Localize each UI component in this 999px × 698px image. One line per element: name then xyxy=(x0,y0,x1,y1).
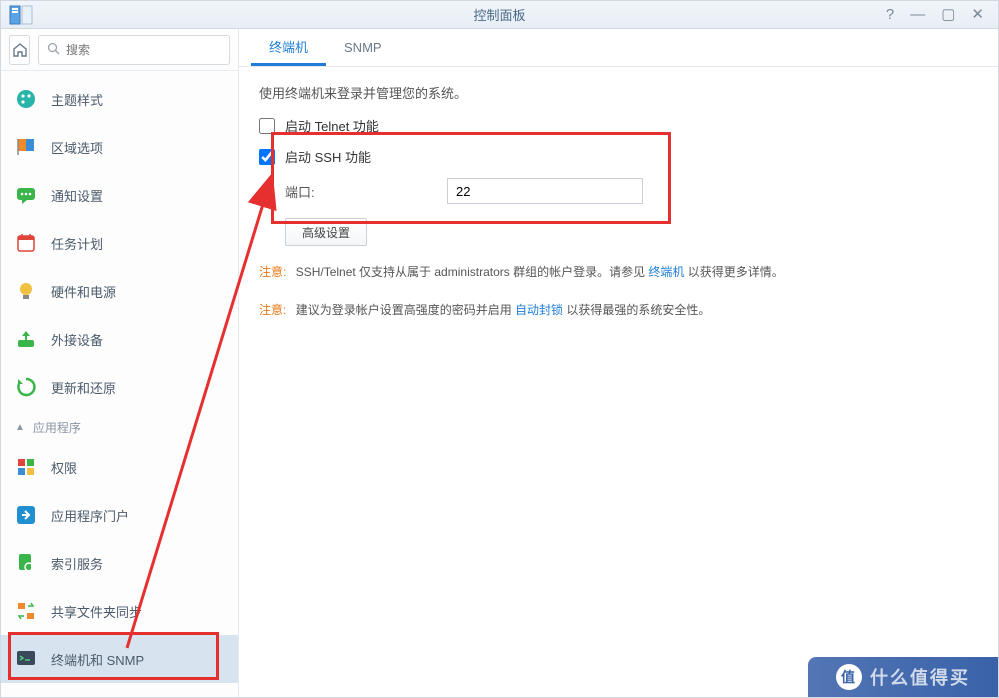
tabs: 终端机 SNMP xyxy=(239,29,998,67)
home-icon xyxy=(12,42,28,58)
window: 控制面板 ? — ▢ ✕ xyxy=(0,0,999,698)
app-icon xyxy=(7,4,35,26)
ssh-checkbox[interactable] xyxy=(259,149,275,165)
sidebar: 主题样式 区域选项 通知设置 任务计划 硬件和电源 xyxy=(1,29,239,697)
sidebar-item-theme[interactable]: 主题样式 xyxy=(1,75,238,123)
sidebar-item-label: 任务计划 xyxy=(51,234,103,253)
ssh-settings: 端口: 高级设置 xyxy=(259,178,978,246)
search-row xyxy=(1,29,238,71)
sidebar-item-label: 主题样式 xyxy=(51,90,103,109)
sidebar-item-label: 更新和还原 xyxy=(51,378,116,397)
telnet-label: 启动 Telnet 功能 xyxy=(285,116,379,135)
note-2: 注意: 建议为登录帐户设置高强度的密码并启用 自动封锁 以获得最强的系统安全性。 xyxy=(259,300,978,322)
sidebar-item-label: 应用程序门户 xyxy=(51,506,129,525)
search-input[interactable] xyxy=(66,43,221,57)
window-title: 控制面板 xyxy=(473,5,525,24)
arrow-icon xyxy=(15,504,37,526)
sidebar-item-task[interactable]: 任务计划 xyxy=(1,219,238,267)
sidebar-item-external[interactable]: 外接设备 xyxy=(1,315,238,363)
sidebar-item-terminal[interactable]: 终端机和 SNMP xyxy=(1,635,238,683)
sidebar-item-label: 区域选项 xyxy=(51,138,103,157)
sidebar-item-label: 通知设置 xyxy=(51,186,103,205)
flag-icon xyxy=(15,136,37,158)
sidebar-item-label: 索引服务 xyxy=(51,554,103,573)
autoblock-link[interactable]: 自动封锁 xyxy=(515,303,563,317)
note-1: 注意: SSH/Telnet 仅支持从属于 administrators 群组的… xyxy=(259,262,978,284)
close-icon[interactable]: ✕ xyxy=(971,7,984,22)
titlebar: 控制面板 ? — ▢ ✕ xyxy=(1,1,998,29)
calendar-icon xyxy=(15,232,37,254)
search-doc-icon xyxy=(15,552,37,574)
advanced-button[interactable]: 高级设置 xyxy=(285,218,367,246)
sidebar-item-hardware[interactable]: 硬件和电源 xyxy=(1,267,238,315)
upload-icon xyxy=(15,328,37,350)
sidebar-item-label: 终端机和 SNMP xyxy=(51,650,144,669)
window-controls: ? — ▢ ✕ xyxy=(886,7,984,22)
terminal-icon xyxy=(15,648,37,670)
telnet-row: 启动 Telnet 功能 xyxy=(259,116,978,135)
sync-icon xyxy=(15,600,37,622)
search-box[interactable] xyxy=(38,35,230,65)
sidebar-section-apps[interactable]: ▲ 应用程序 xyxy=(1,411,238,443)
sidebar-item-sync[interactable]: 共享文件夹同步 xyxy=(1,587,238,635)
port-input[interactable] xyxy=(447,178,643,204)
sidebar-item-label: 权限 xyxy=(51,458,77,477)
palette-icon xyxy=(15,88,37,110)
sidebar-item-label: 外接设备 xyxy=(51,330,103,349)
watermark-icon: 值 xyxy=(836,664,862,690)
refresh-icon xyxy=(15,376,37,398)
bulb-icon xyxy=(15,280,37,302)
tab-terminal[interactable]: 终端机 xyxy=(251,29,326,66)
window-body: 主题样式 区域选项 通知设置 任务计划 硬件和电源 xyxy=(1,29,998,697)
chat-icon xyxy=(15,184,37,206)
sidebar-item-region[interactable]: 区域选项 xyxy=(1,123,238,171)
home-button[interactable] xyxy=(9,35,30,65)
sidebar-item-indexing[interactable]: 索引服务 xyxy=(1,539,238,587)
sidebar-item-update[interactable]: 更新和还原 xyxy=(1,363,238,411)
port-label: 端口: xyxy=(285,182,447,201)
note-label: 注意: xyxy=(259,303,286,317)
sidebar-item-privileges[interactable]: 权限 xyxy=(1,443,238,491)
sidebar-item-label: 共享文件夹同步 xyxy=(51,602,142,621)
telnet-checkbox[interactable] xyxy=(259,118,275,134)
watermark: 值 什么值得买 xyxy=(808,657,998,697)
minimize-icon[interactable]: — xyxy=(910,7,925,22)
sidebar-item-label: 硬件和电源 xyxy=(51,282,116,301)
sidebar-item-portal[interactable]: 应用程序门户 xyxy=(1,491,238,539)
content: 终端机 SNMP 使用终端机来登录并管理您的系统。 启动 Telnet 功能 启… xyxy=(239,29,998,697)
nav: 主题样式 区域选项 通知设置 任务计划 硬件和电源 xyxy=(1,71,238,697)
tab-snmp[interactable]: SNMP xyxy=(326,29,400,66)
grid-icon xyxy=(15,456,37,478)
sidebar-section-label: 应用程序 xyxy=(33,419,81,436)
panel-description: 使用终端机来登录并管理您的系统。 xyxy=(259,83,978,102)
port-row: 端口: xyxy=(285,178,978,204)
ssh-label: 启动 SSH 功能 xyxy=(285,147,371,166)
chevron-up-icon: ▲ xyxy=(15,422,25,433)
terminal-link[interactable]: 终端机 xyxy=(648,265,684,279)
ssh-row: 启动 SSH 功能 xyxy=(259,147,978,166)
note-label: 注意: xyxy=(259,265,286,279)
watermark-text: 什么值得买 xyxy=(870,664,970,690)
search-icon xyxy=(47,42,60,58)
maximize-icon[interactable]: ▢ xyxy=(941,7,955,22)
panel: 使用终端机来登录并管理您的系统。 启动 Telnet 功能 启动 SSH 功能 … xyxy=(239,67,998,697)
help-icon[interactable]: ? xyxy=(886,7,894,22)
sidebar-item-notification[interactable]: 通知设置 xyxy=(1,171,238,219)
